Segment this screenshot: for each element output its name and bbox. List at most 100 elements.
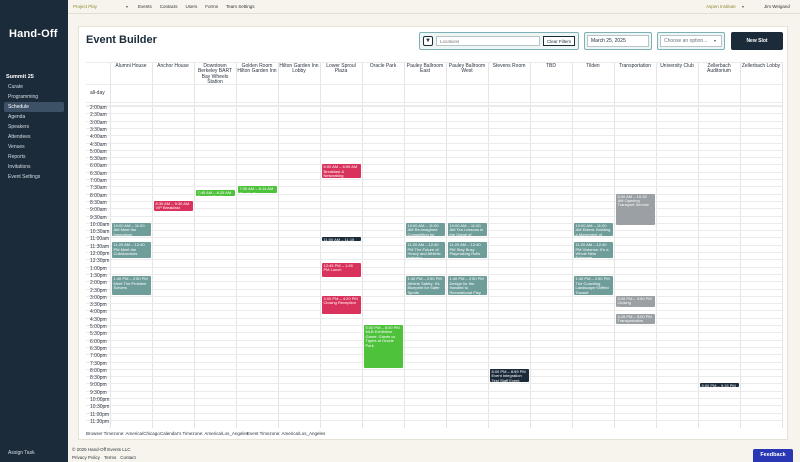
project-selector[interactable]: Project Play: [73, 4, 97, 9]
assign-task-link[interactable]: Assign Task: [8, 450, 35, 456]
time-row-line: [86, 259, 782, 261]
option-select[interactable]: Choose an option...: [660, 35, 722, 47]
event-block[interactable]: 10:00 AM – 11:00 AM Elders: Building a M…: [573, 222, 613, 237]
time-label: 3:00pm: [90, 294, 107, 301]
event-block[interactable]: 5:00 PM – 8:00 PM MLB Exhibition Game: G…: [363, 325, 403, 368]
sidebar-item-attendees[interactable]: Attendees: [4, 132, 64, 142]
time-label: 11:30am: [90, 243, 110, 250]
app-logo[interactable]: Hand-Off: [9, 28, 58, 40]
sidebar-item-event-settings[interactable]: Event Settings: [4, 172, 64, 182]
sidebar-item-invitations[interactable]: Invitations: [4, 162, 64, 172]
footer-link-privacy-policy[interactable]: Privacy Policy: [72, 455, 100, 460]
chevron-down-icon[interactable]: ▾: [714, 38, 716, 43]
feedback-button[interactable]: Feedback: [753, 449, 793, 462]
event-block[interactable]: 1:40 PM – 2:50 PM The Coaching Landscape…: [573, 276, 613, 295]
time-row-line: [86, 354, 782, 356]
event-block[interactable]: 1:40 PM – 2:50 PM Meet The Problem Solve…: [111, 276, 151, 295]
time-label: 4:00pm: [90, 309, 107, 316]
chevron-down-icon[interactable]: ▾: [742, 4, 744, 9]
event-block[interactable]: 9:00 PM – 9:15 PM: [699, 383, 739, 387]
event-block[interactable]: 10:00 AM – 11:00 AM Meet the Innovators: [111, 222, 151, 237]
time-row-line: [86, 405, 782, 407]
time-label: 8:30am: [90, 199, 107, 206]
nav-forms[interactable]: Forms: [205, 4, 218, 9]
copyright: © 2025 Hand-Off Events LLC: [72, 447, 131, 452]
event-block[interactable]: 11:00 AM – 11:15 AM: [321, 237, 361, 241]
time-row-line: [86, 412, 782, 414]
time-row-line: [86, 106, 782, 107]
top-nav: Events Contacts Users Forms Team Settings: [138, 4, 255, 9]
time-label: 11:30pm: [90, 418, 110, 425]
column-header: Oracle Park: [369, 63, 397, 69]
chevron-down-icon[interactable]: ▾: [126, 4, 128, 9]
sidebar-item-programming[interactable]: Programming: [4, 92, 64, 102]
event-block[interactable]: 8:30 AM – 9:30 AM VIP Breakfast: [153, 200, 193, 211]
new-slot-button[interactable]: New Slot: [731, 32, 783, 50]
nav-team-settings[interactable]: Team Settings: [226, 4, 255, 9]
event-block[interactable]: 11:20 AM – 12:40 PM Meet the Collaborato…: [111, 242, 151, 259]
event-block[interactable]: 8:00 AM – 10:15 AM Opening Transport Ser…: [615, 193, 655, 226]
sidebar-item-speakers[interactable]: Speakers: [4, 122, 64, 132]
time-row-line: [86, 120, 782, 122]
header-divider: [86, 102, 782, 103]
time-label: 12:00pm: [90, 251, 110, 257]
date-picker[interactable]: March 25, 2025: [587, 35, 649, 47]
time-row-line: [86, 325, 782, 326]
time-label: 2:00pm: [90, 280, 107, 287]
footer-link-contact[interactable]: Contact: [120, 455, 136, 460]
event-block[interactable]: 12:45 PM – 1:45 PM Lunch: [321, 262, 361, 277]
event-block[interactable]: 10:00 AM – 11:00 AM Re-imagined Competit…: [405, 222, 445, 237]
event-block[interactable]: 3:00 PM – 4:20 PM Closing Reception: [321, 295, 361, 315]
time-row-line: [86, 135, 782, 137]
event-block[interactable]: 7:30 AM – 8:14 AM Shuttle Bus: [237, 186, 277, 193]
sidebar-item-agenda[interactable]: Agenda: [4, 112, 64, 122]
footer-link-terms[interactable]: Terms: [104, 455, 116, 460]
time-label: 7:00pm: [90, 353, 107, 360]
time-label: 10:30pm: [90, 404, 110, 411]
header-divider: [86, 84, 782, 85]
event-block[interactable]: 4:15 PM – 5:00 PM Transportation Service…: [615, 314, 655, 324]
event-block[interactable]: 1:40 PM – 2:50 PM Athlete Safety: It's B…: [405, 276, 445, 295]
time-label: 3:30am: [90, 126, 107, 133]
event-block[interactable]: 8:00 PM – 8:59 PM Event Integration Test…: [489, 368, 529, 383]
event-block[interactable]: 11:20 AM – 12:40 PM Violence: It's a Who…: [573, 242, 613, 259]
sidebar-item-reports[interactable]: Reports: [4, 152, 64, 162]
time-label: 8:00pm: [90, 367, 107, 374]
nav-events[interactable]: Events: [138, 4, 152, 9]
calendar-timezone: Calendar's Timezone: America/Los_Angeles: [160, 431, 249, 436]
nav-users[interactable]: Users: [186, 4, 198, 9]
clear-filters-button[interactable]: Clear Filters: [543, 36, 575, 46]
event-block[interactable]: 10:00 AM – 11:00 AM Ten Lessons in the G…: [447, 222, 487, 237]
time-row-line: [86, 164, 782, 166]
event-block[interactable]: 7:45 AM – 8:25 AM Summit Shuttle: [195, 189, 235, 197]
event-block[interactable]: 3:00 PM – 3:50 PM Closing Transportation: [615, 295, 655, 307]
locations-input[interactable]: [436, 36, 540, 46]
event-block[interactable]: 11:20 AM – 12:40 PM The Future of Heavy …: [405, 242, 445, 259]
time-label: 7:30am: [90, 185, 107, 192]
nav-contacts[interactable]: Contacts: [160, 4, 178, 9]
user-menu[interactable]: Jim Weigand: [764, 4, 790, 9]
event-block[interactable]: 6:00 AM – 6:59 AM Breakfast & Networking: [321, 164, 361, 178]
time-label: 2:30am: [90, 112, 107, 119]
time-row-line: [86, 186, 782, 188]
time-label: 9:00pm: [90, 382, 107, 389]
event-block[interactable]: 11:20 AM – 12:40 PM Stay Busy Playmaking…: [447, 242, 487, 259]
column-header: Pauley Ballroom West: [448, 63, 486, 75]
event-block[interactable]: 1:40 PM – 2:50 PM Design for the Handed …: [447, 276, 487, 295]
time-label: 6:00am: [90, 163, 107, 170]
time-label: 5:30am: [90, 156, 107, 163]
time-label: 5:00am: [90, 148, 107, 155]
sidebar-item-venues[interactable]: Venues: [4, 142, 64, 152]
time-row-line: [86, 157, 782, 159]
time-row-line: [86, 376, 782, 378]
time-label: 11:00pm: [90, 411, 110, 418]
filter-icon[interactable]: ▼: [423, 36, 433, 46]
sidebar-item-schedule[interactable]: Schedule: [4, 102, 64, 112]
org-selector[interactable]: Aspen Institute: [706, 4, 736, 9]
time-label: 4:30pm: [90, 316, 107, 323]
footer-links: Privacy Policy Terms Contact: [72, 455, 136, 460]
time-row-line: [86, 237, 782, 239]
time-row-line: [86, 398, 782, 399]
sidebar-item-curate[interactable]: Curate: [4, 82, 64, 92]
time-row-line: [86, 346, 782, 348]
